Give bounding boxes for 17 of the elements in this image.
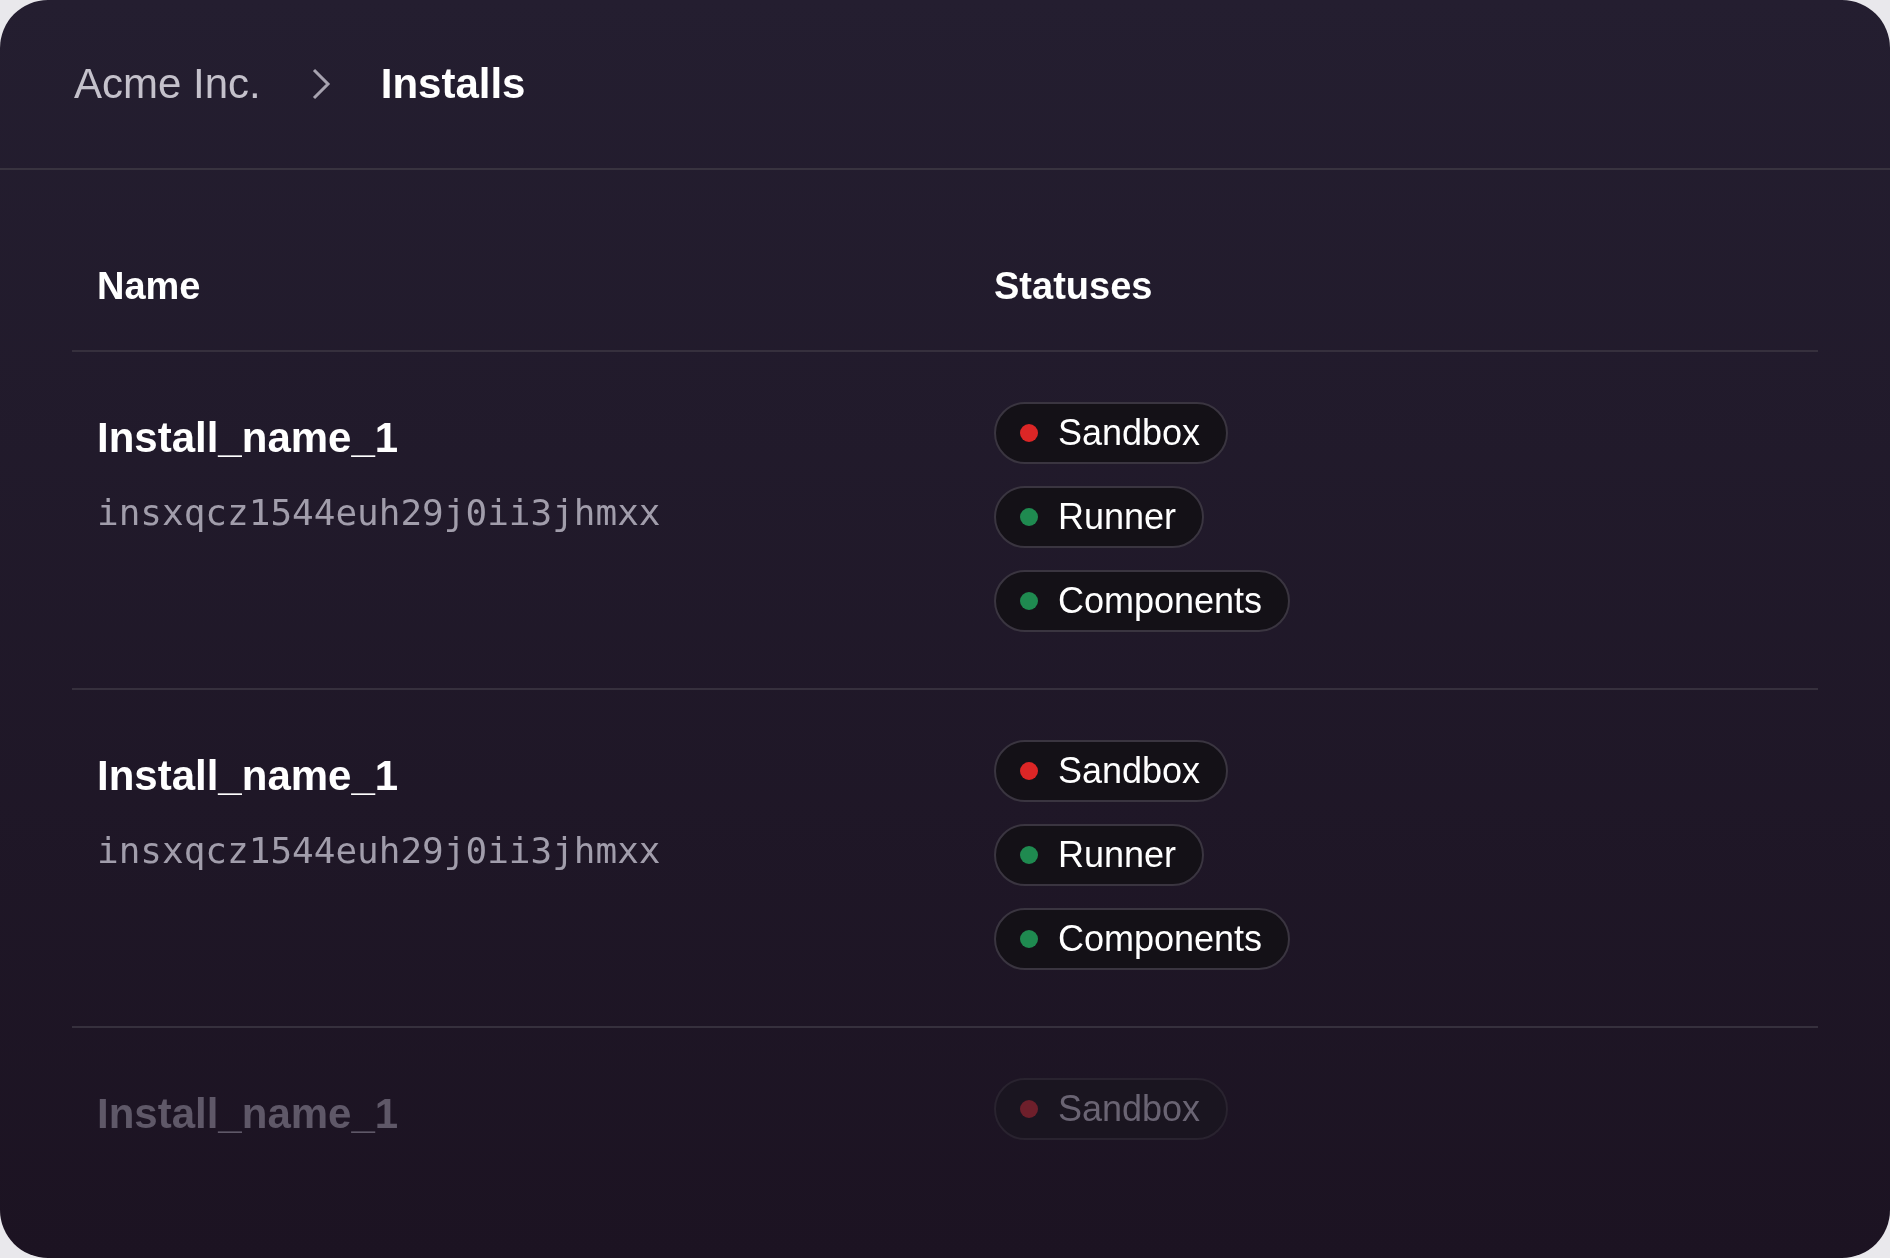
install-id: insxqcz1544euh29j0ii3jhmxx (97, 830, 662, 871)
chevron-right-icon (310, 68, 331, 100)
status-label: Sandbox (1058, 412, 1201, 454)
breadcrumb-item[interactable]: Acme Inc. (74, 60, 261, 108)
status-label: Sandbox (1058, 750, 1201, 792)
status-label: Components (1058, 918, 1263, 960)
breadcrumb-item: Installs (380, 60, 526, 108)
status-label: Runner (1058, 496, 1177, 538)
install-name: Install_name_1 (97, 414, 400, 462)
install-name: Install_name_1 (97, 752, 400, 800)
status-label: Components (1058, 580, 1263, 622)
install-name: Install_name_1 (97, 1090, 400, 1138)
column-header: Name (96, 264, 202, 308)
install-id: insxqcz1544euh29j0ii3jhmxx (97, 492, 662, 533)
status-label: Runner (1058, 834, 1177, 876)
column-header: Statuses (993, 264, 1154, 308)
status-label: Sandbox (1058, 1088, 1201, 1130)
